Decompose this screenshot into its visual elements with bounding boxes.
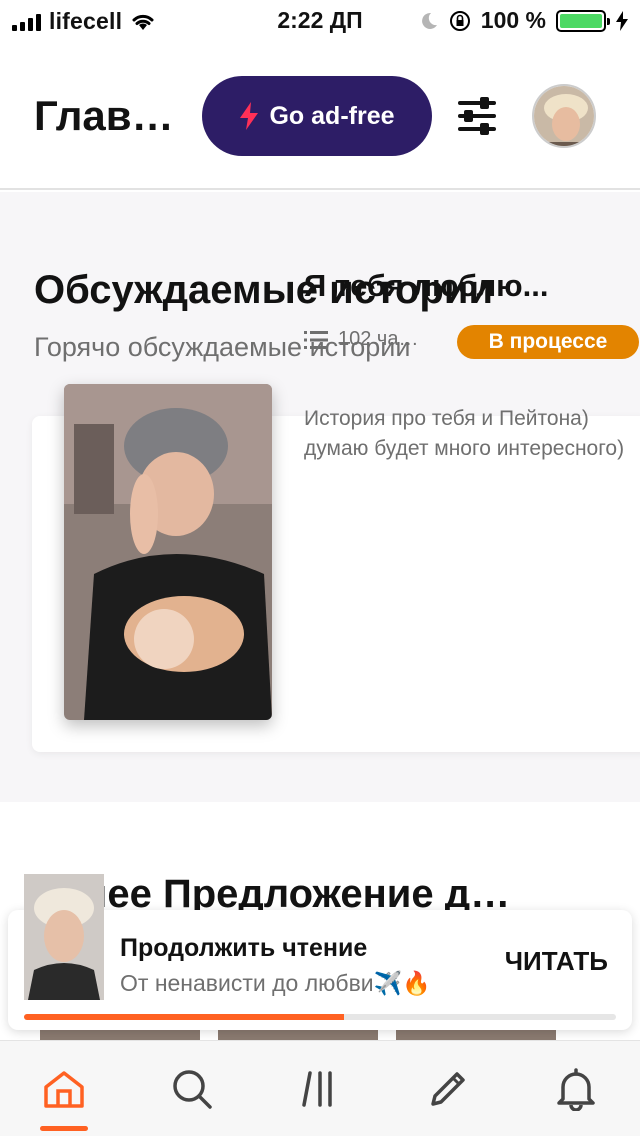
nav-notifications[interactable] [536, 1041, 616, 1136]
story-title: Я тебя люблю... [304, 268, 549, 303]
charging-icon [616, 10, 628, 31]
notifications-icon [557, 1067, 595, 1111]
nav-home[interactable] [24, 1041, 104, 1136]
story-parts: 102 ча… [304, 328, 430, 351]
nav-library[interactable] [280, 1041, 360, 1136]
continue-reading-story: От ненависти до любви✈️🔥 [120, 970, 431, 996]
moon-icon [421, 12, 437, 29]
library-icon [302, 1070, 332, 1107]
status-right: 100 % [419, 7, 628, 34]
nav-write[interactable] [408, 1041, 488, 1136]
list-icon [304, 330, 328, 349]
story-cover-image[interactable] [64, 384, 272, 720]
go-ad-free-label: Go ad-free [269, 101, 395, 130]
battery-percent: 100 % [480, 7, 546, 33]
nav-search[interactable] [152, 1041, 232, 1136]
continue-reading-title: Продолжить чтение [120, 934, 368, 962]
user-avatar[interactable] [532, 84, 596, 148]
bottom-navigation [0, 1040, 640, 1136]
parts-count: 102 ча… [338, 328, 419, 350]
status-bar: lifecell 2:22 ДП 100 % [0, 0, 640, 42]
settings-sliders-icon[interactable] [456, 96, 498, 136]
home-icon [44, 1070, 84, 1108]
search-icon [173, 1069, 212, 1109]
read-button[interactable]: ЧИТАТЬ [505, 946, 608, 977]
story-description: История про тебя и Пейтона) думаю будет … [304, 407, 625, 460]
reading-progress-bar [24, 1014, 616, 1020]
reading-progress-fill [24, 1014, 344, 1020]
status-badge: В процессе [457, 325, 639, 359]
app-header: Глав… Go ad-free [0, 42, 640, 190]
go-ad-free-button[interactable]: Go ad-free [202, 76, 432, 156]
page-title: Глав… [34, 92, 174, 139]
battery-icon [556, 9, 610, 32]
lightning-icon [240, 102, 259, 130]
orientation-lock-icon [449, 10, 470, 31]
continue-reading-cover[interactable] [24, 874, 104, 1000]
write-icon [431, 1071, 465, 1106]
